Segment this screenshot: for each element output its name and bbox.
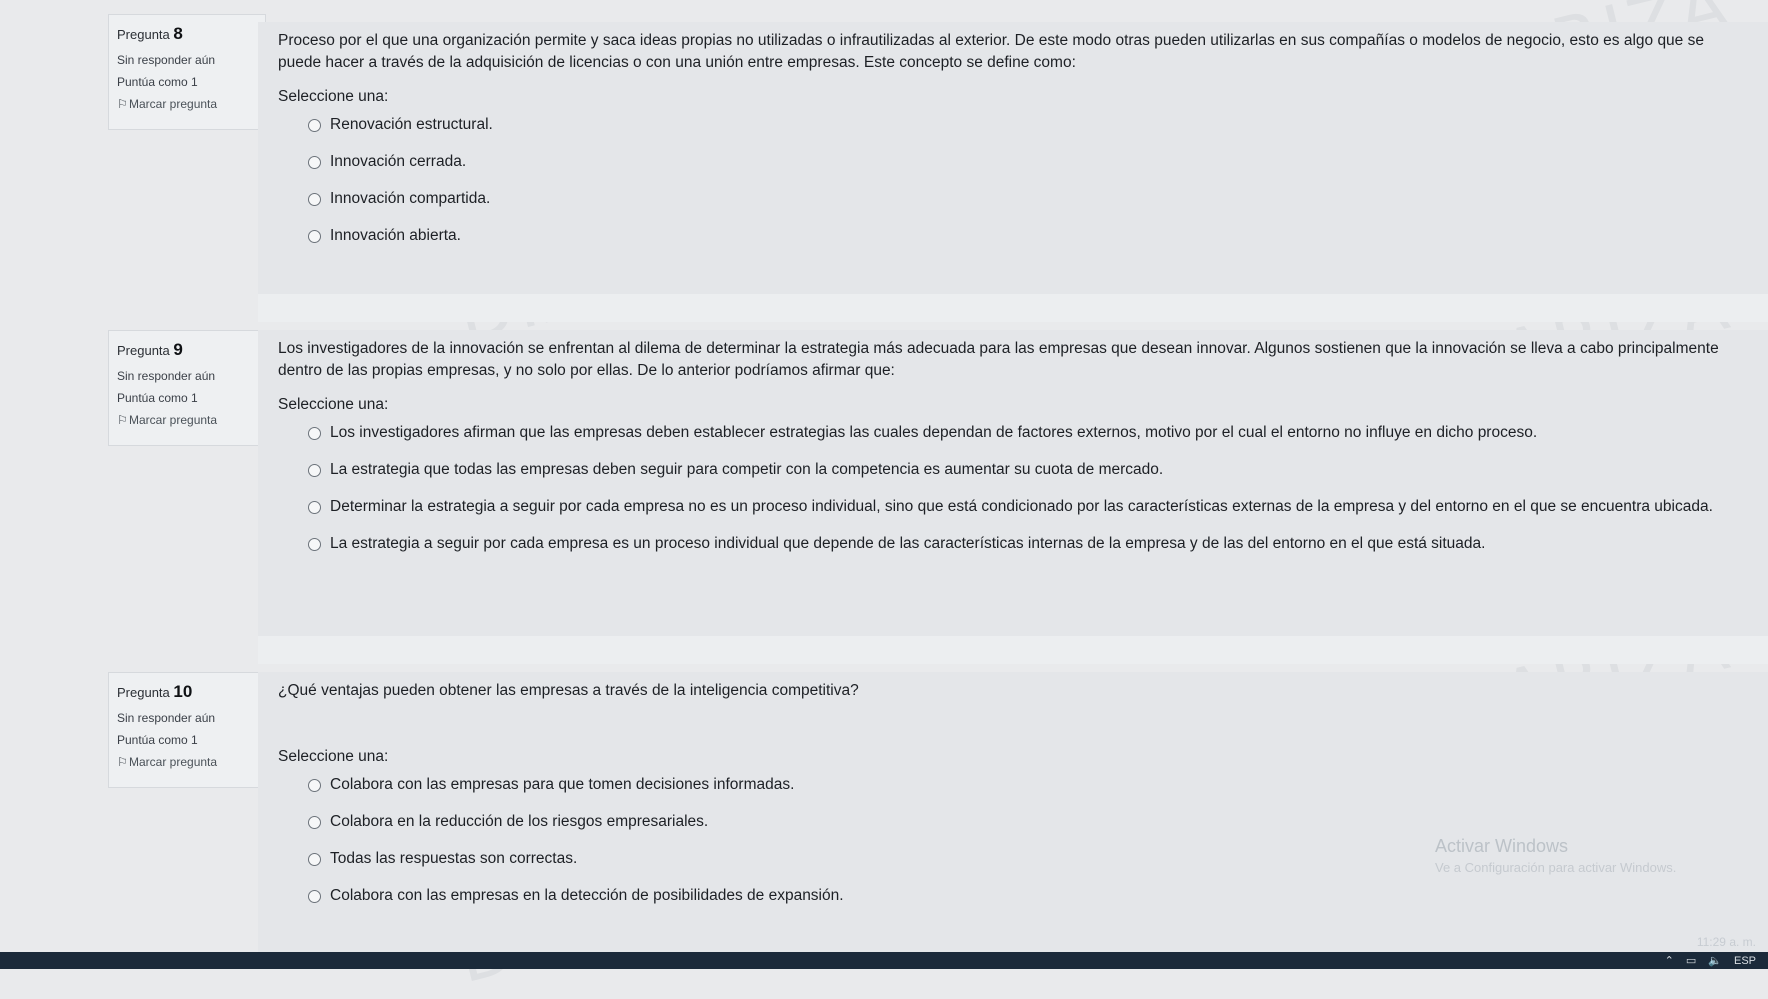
network-icon[interactable]: ▭ <box>1686 954 1696 967</box>
question-number-label: Pregunta <box>117 27 170 42</box>
select-prompt: Seleccione una: <box>278 748 389 765</box>
language-indicator[interactable]: ESP <box>1734 955 1756 967</box>
volume-icon[interactable]: 🔈 <box>1708 954 1722 967</box>
answer-option-text: La estrategia que todas las empresas deb… <box>330 461 1164 478</box>
question-separator <box>258 636 1768 664</box>
flag-icon: ⚐ <box>117 413 128 428</box>
question-text: Los investigadores de la innovación se e… <box>278 340 1719 379</box>
question-number: Pregunta 10 <box>117 681 257 704</box>
question-number-value: 8 <box>173 24 183 43</box>
answer-option-text: La estrategia a seguir por cada empresa … <box>330 535 1486 552</box>
chevron-up-icon[interactable]: ⌃ <box>1665 954 1674 967</box>
radio-button[interactable] <box>308 779 321 792</box>
radio-button[interactable] <box>308 156 321 169</box>
radio-button[interactable] <box>308 853 321 866</box>
answer-option-text: Colabora con las empresas para que tomen… <box>330 776 795 793</box>
question-points: Puntúa como 1 <box>117 75 198 90</box>
radio-button[interactable] <box>308 427 321 440</box>
answer-option[interactable]: Innovación compartida. <box>308 188 1748 210</box>
flag-question-label: Marcar pregunta <box>129 97 218 112</box>
question-info: Pregunta 9 Sin responder aún Puntúa como… <box>108 330 266 446</box>
question-content: ¿Qué ventajas pueden obtener las empresa… <box>258 672 1768 958</box>
select-prompt: Seleccione una: <box>278 396 389 413</box>
radio-button[interactable] <box>308 464 321 477</box>
answer-option-text: Innovación abierta. <box>330 227 461 244</box>
radio-button[interactable] <box>308 538 321 551</box>
answer-option[interactable]: Colabora con las empresas en la detecció… <box>308 885 1748 907</box>
clock-time[interactable]: 11:29 a. m. <box>1697 935 1756 949</box>
flag-question-link[interactable]: ⚐Marcar pregunta <box>117 754 257 770</box>
answer-option[interactable]: Colabora en la reducción de los riesgos … <box>308 811 1748 833</box>
question-status: Sin responder aún <box>117 710 216 725</box>
answer-option[interactable]: Colabora con las empresas para que tomen… <box>308 774 1748 796</box>
flag-icon: ⚐ <box>117 755 128 770</box>
answer-option-text: Determinar la estrategia a seguir por ca… <box>330 498 1713 515</box>
question-content: Proceso por el que una organización perm… <box>258 22 1768 300</box>
radio-button[interactable] <box>308 501 321 514</box>
answer-option-text: Colabora con las empresas en la detecció… <box>330 887 844 904</box>
flag-icon: ⚐ <box>117 97 128 112</box>
radio-button[interactable] <box>308 230 321 243</box>
question-text: Proceso por el que una organización perm… <box>278 32 1704 71</box>
answer-option-text: Innovación cerrada. <box>330 153 467 170</box>
question-number-label: Pregunta <box>117 685 170 700</box>
answer-option[interactable]: Los investigadores afirman que las empre… <box>308 422 1748 444</box>
flag-question-label: Marcar pregunta <box>129 755 218 770</box>
answer-option[interactable]: Innovación abierta. <box>308 225 1748 247</box>
taskbar: 11:29 a. m. ⌃ ▭ 🔈 ESP <box>0 935 1768 969</box>
answer-option[interactable]: Determinar la estrategia a seguir por ca… <box>308 496 1748 518</box>
flag-question-label: Marcar pregunta <box>129 413 218 428</box>
flag-question-link[interactable]: ⚐Marcar pregunta <box>117 96 257 112</box>
question-number-value: 10 <box>173 682 193 701</box>
question-status: Sin responder aún <box>117 52 216 67</box>
radio-button[interactable] <box>308 890 321 903</box>
question-number: Pregunta 8 <box>117 23 257 46</box>
answer-option[interactable]: La estrategia que todas las empresas deb… <box>308 459 1748 481</box>
radio-button[interactable] <box>308 193 321 206</box>
flag-question-link[interactable]: ⚐Marcar pregunta <box>117 412 257 428</box>
question-text: ¿Qué ventajas pueden obtener las empresa… <box>278 682 859 699</box>
answer-option-text: Colabora en la reducción de los riesgos … <box>330 813 709 830</box>
radio-button[interactable] <box>308 816 321 829</box>
answer-option[interactable]: Innovación cerrada. <box>308 151 1748 173</box>
question-separator <box>258 294 1768 322</box>
answer-option-text: Innovación compartida. <box>330 190 491 207</box>
question-number-value: 9 <box>173 340 183 359</box>
question-points: Puntúa como 1 <box>117 733 198 748</box>
question-points: Puntúa como 1 <box>117 391 198 406</box>
radio-button[interactable] <box>308 119 321 132</box>
question-status: Sin responder aún <box>117 368 216 383</box>
question-number: Pregunta 9 <box>117 339 257 362</box>
select-prompt: Seleccione una: <box>278 88 389 105</box>
answer-option-text: Todas las respuestas son correctas. <box>330 850 578 867</box>
answer-option-text: Los investigadores afirman que las empre… <box>330 424 1538 441</box>
question-info: Pregunta 8 Sin responder aún Puntúa como… <box>108 14 266 130</box>
question-number-label: Pregunta <box>117 343 170 358</box>
system-tray: ⌃ ▭ 🔈 ESP <box>1665 954 1756 968</box>
answer-option-text: Renovación estructural. <box>330 116 493 133</box>
question-info: Pregunta 10 Sin responder aún Puntúa com… <box>108 672 266 788</box>
question-content: Los investigadores de la innovación se e… <box>258 330 1768 640</box>
activate-windows-subtitle: Ve a Configuración para activar Windows. <box>1435 860 1677 875</box>
activate-windows-title: Activar Windows <box>1435 836 1569 856</box>
answer-option[interactable]: Renovación estructural. <box>308 114 1748 136</box>
answer-option[interactable]: La estrategia a seguir por cada empresa … <box>308 533 1748 555</box>
